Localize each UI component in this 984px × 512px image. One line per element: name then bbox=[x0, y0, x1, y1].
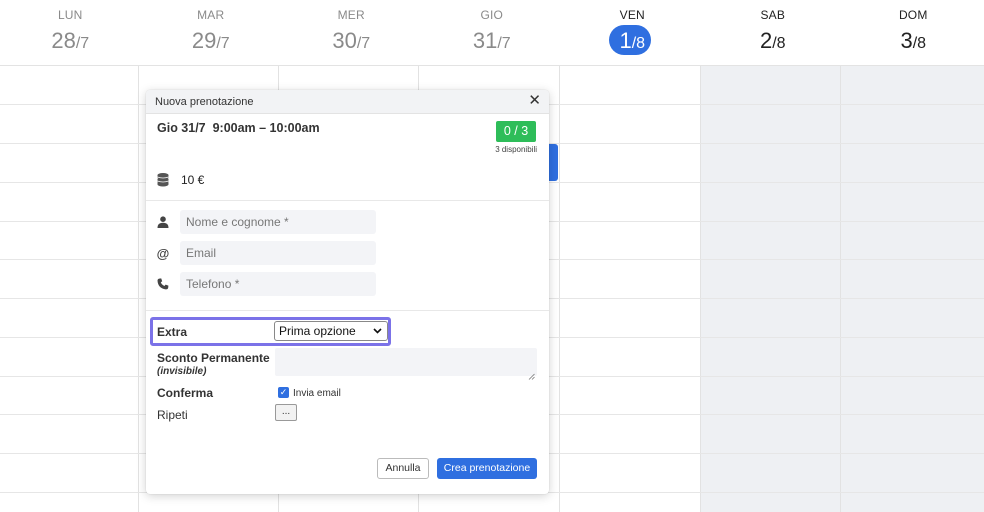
day-date: 3/8 bbox=[900, 28, 927, 53]
weekend-background bbox=[700, 66, 984, 512]
day-header-sun[interactable]: DOM 3/8 bbox=[843, 0, 984, 66]
resize-handle-icon[interactable] bbox=[528, 367, 535, 380]
extra-select-value: Prima opzione bbox=[279, 324, 356, 338]
day-name: GIO bbox=[480, 8, 504, 22]
phone-icon bbox=[156, 277, 170, 291]
name-input[interactable] bbox=[180, 210, 376, 234]
phone-row bbox=[156, 272, 376, 296]
calendar-header: LUN 28/7 MAR 29/7 MER 30/7 GIO 31/7 VEN … bbox=[0, 0, 984, 66]
coins-icon bbox=[156, 172, 172, 188]
dialog-header: Nuova prenotazione ✕ bbox=[146, 90, 549, 114]
calendar-event[interactable] bbox=[548, 144, 558, 181]
day-header-wed[interactable]: MER 30/7 bbox=[281, 0, 422, 66]
sconto-sublabel: (invisibile) bbox=[157, 366, 207, 377]
grid-column-line bbox=[840, 66, 841, 512]
day-name: DOM bbox=[898, 8, 928, 22]
repeat-options-button[interactable]: ... bbox=[275, 404, 297, 421]
email-row: @ bbox=[156, 241, 376, 265]
divider bbox=[146, 310, 549, 311]
day-header-tue[interactable]: MAR 29/7 bbox=[141, 0, 282, 66]
day-name: SAB bbox=[760, 8, 786, 22]
dialog-title: Nuova prenotazione bbox=[155, 96, 254, 108]
slot-datetime: Gio 31/7 9:00am – 10:00am bbox=[157, 121, 320, 135]
day-header-sat[interactable]: SAB 2/8 bbox=[703, 0, 844, 66]
email-input[interactable] bbox=[180, 241, 376, 265]
day-date: 29/7 bbox=[191, 28, 230, 53]
send-email-checkbox[interactable]: ✓ bbox=[278, 387, 289, 398]
extra-label: Extra bbox=[157, 325, 188, 339]
day-header-mon[interactable]: LUN 28/7 bbox=[0, 0, 141, 66]
day-date: 2/8 bbox=[759, 28, 786, 53]
at-icon: @ bbox=[156, 245, 170, 261]
day-date: 30/7 bbox=[332, 28, 371, 53]
phone-input[interactable] bbox=[180, 272, 376, 296]
day-date: 1/8 bbox=[619, 28, 646, 53]
extra-select[interactable]: Prima opzione bbox=[274, 321, 388, 341]
day-name: MAR bbox=[197, 8, 225, 22]
user-icon bbox=[156, 215, 170, 229]
chevron-down-icon bbox=[373, 326, 382, 337]
availability-badge: 0 / 3 bbox=[496, 121, 536, 142]
day-name: MER bbox=[337, 8, 365, 22]
day-header-fri[interactable]: VEN 1/8 bbox=[562, 0, 703, 66]
divider bbox=[146, 200, 549, 201]
grid-column-line bbox=[138, 66, 139, 512]
create-booking-button[interactable]: Crea prenotazione bbox=[437, 458, 537, 479]
cancel-button[interactable]: Annulla bbox=[377, 458, 429, 479]
ripeti-label: Ripeti bbox=[157, 408, 188, 422]
day-date: 31/7 bbox=[472, 28, 511, 53]
new-booking-dialog: Nuova prenotazione ✕ Gio 31/7 9:00am – 1… bbox=[146, 90, 549, 494]
sconto-textarea[interactable] bbox=[275, 348, 537, 376]
grid-column-line bbox=[700, 66, 701, 512]
close-icon[interactable]: ✕ bbox=[528, 93, 541, 109]
day-name: VEN bbox=[619, 8, 645, 22]
price-value: 10 € bbox=[181, 173, 205, 187]
day-header-thu[interactable]: GIO 31/7 bbox=[422, 0, 563, 66]
availability-text: 3 disponibili bbox=[495, 145, 537, 154]
day-name: LUN bbox=[57, 8, 83, 22]
grid-column-line bbox=[559, 66, 560, 512]
name-row bbox=[156, 210, 376, 234]
price-row: 10 € bbox=[156, 172, 204, 188]
send-email-label[interactable]: Invia email bbox=[293, 388, 341, 399]
sconto-label: Sconto Permanente bbox=[157, 351, 270, 365]
conferma-label: Conferma bbox=[157, 386, 214, 400]
day-date: 28/7 bbox=[51, 28, 90, 53]
